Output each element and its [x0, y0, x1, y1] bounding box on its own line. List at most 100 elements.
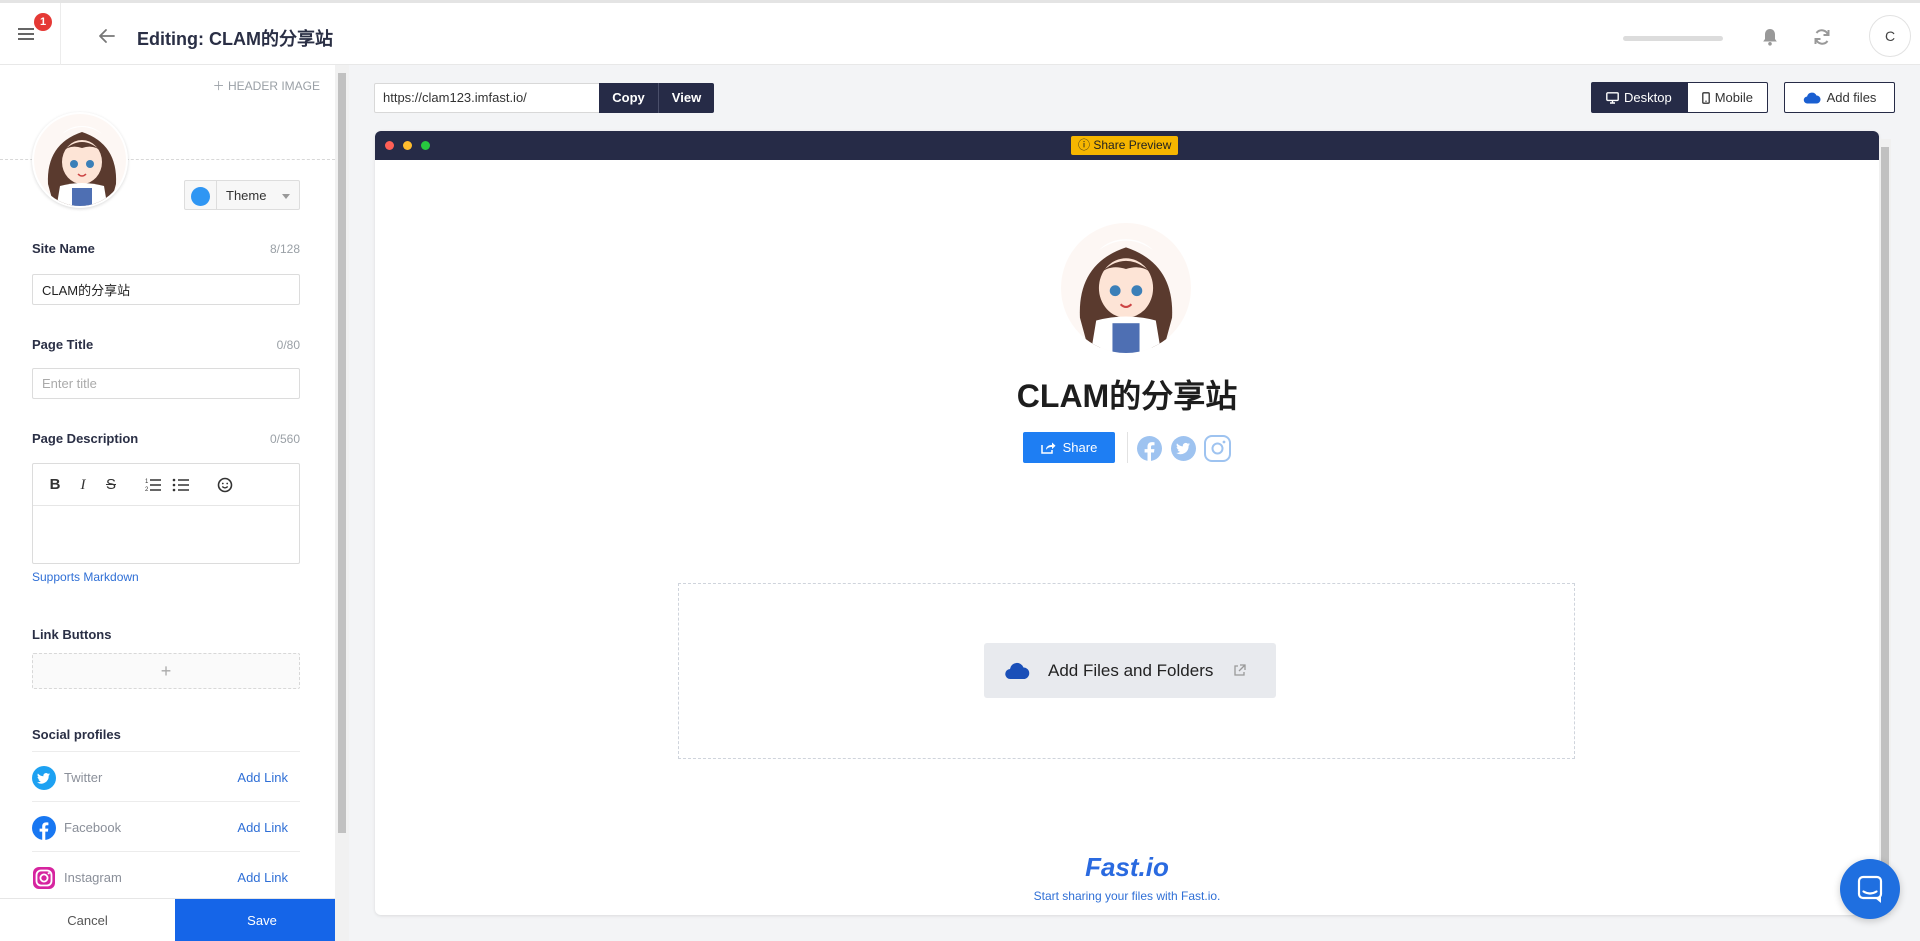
bell-icon[interactable] [1760, 27, 1780, 47]
page-description-label: Page Description [32, 431, 139, 446]
divider [60, 3, 61, 65]
cloud-icon [1005, 662, 1030, 679]
desktop-icon [1606, 91, 1619, 104]
facebook-icon [32, 816, 56, 840]
top-bar: 1 Editing: CLAM的分享站 C [0, 0, 1920, 65]
facebook-add-link[interactable]: Add Link [237, 820, 288, 835]
page-title: Editing: CLAM的分享站 [137, 29, 333, 49]
window-maximize-dot [421, 141, 430, 150]
user-avatar[interactable]: C [1869, 15, 1911, 57]
add-files-button[interactable]: Add files [1784, 82, 1895, 113]
add-files-label: Add files [1826, 90, 1877, 105]
page-title-input[interactable] [32, 368, 300, 399]
share-icon [1040, 442, 1056, 454]
svg-text:2: 2 [145, 487, 149, 493]
instagram-label: Instagram [64, 870, 122, 885]
file-dropzone[interactable]: Add Files and Folders [678, 583, 1575, 759]
desktop-button[interactable]: Desktop [1591, 82, 1687, 113]
supports-markdown-link[interactable]: Supports Markdown [32, 570, 139, 584]
link-buttons-label: Link Buttons [32, 627, 112, 642]
social-row-twitter: Twitter Add Link [32, 751, 300, 801]
progress-bar [1623, 36, 1723, 41]
notification-badge: 1 [34, 13, 52, 31]
view-button[interactable]: View [658, 83, 714, 113]
caret-down-icon [282, 194, 290, 199]
twitter-label: Twitter [64, 770, 103, 785]
preview-site-title: CLAM的分享站 [1016, 378, 1238, 414]
theme-color-swatch [191, 187, 210, 206]
page-description-count: 0/560 [269, 432, 300, 446]
social-row-instagram: Instagram Add Link [32, 851, 300, 901]
chat-launcher-button[interactable] [1840, 859, 1900, 919]
bold-icon[interactable]: B [44, 474, 66, 496]
mobile-icon [1701, 91, 1710, 104]
desktop-label: Desktop [1624, 90, 1672, 105]
share-preview-badge: ⓘ Share Preview [1071, 136, 1179, 155]
instagram-icon[interactable] [1204, 435, 1231, 462]
social-profiles-label: Social profiles [32, 727, 121, 742]
back-arrow-icon[interactable] [96, 25, 118, 47]
cancel-button[interactable]: Cancel [0, 899, 175, 941]
site-name-label: Site Name [32, 241, 95, 256]
anime-avatar-image [1061, 223, 1191, 353]
description-editor[interactable]: B I S 1 2 [32, 463, 300, 564]
site-name-input[interactable] [32, 274, 300, 305]
info-icon: ⓘ [1078, 138, 1091, 152]
theme-label: Theme [226, 188, 267, 203]
instagram-add-link[interactable]: Add Link [237, 870, 288, 885]
editor-panel: ＋ HEADER IMAGE Theme Site Name 8/128 Pag… [0, 65, 349, 941]
window-minimize-dot [403, 141, 412, 150]
twitter-icon[interactable] [1170, 435, 1197, 462]
chat-icon [1857, 875, 1883, 903]
external-link-icon [1234, 664, 1247, 676]
strikethrough-icon[interactable]: S [100, 474, 122, 496]
fastio-logo[interactable]: Fast.io [375, 852, 1879, 883]
scrollbar-thumb[interactable] [338, 73, 346, 833]
svg-text:1: 1 [145, 479, 149, 485]
refresh-icon[interactable] [1812, 27, 1832, 47]
facebook-label: Facebook [64, 820, 122, 835]
page-title-count: 0/80 [276, 338, 300, 352]
share-preview-window: ⓘ Share Preview CLAM的分享站 Share Add Files… [375, 131, 1879, 915]
add-files-folders-label: Add Files and Folders [1048, 660, 1214, 680]
instagram-icon [33, 867, 55, 889]
social-row-facebook: Facebook Add Link [32, 801, 300, 851]
mobile-button[interactable]: Mobile [1686, 82, 1768, 113]
mobile-label: Mobile [1714, 90, 1753, 105]
preview-titlebar: ⓘ Share Preview [375, 131, 1879, 160]
scrollbar-thumb[interactable] [1881, 147, 1889, 907]
panel-scrollbar[interactable] [335, 65, 349, 941]
device-toggle: Desktop Mobile [1591, 82, 1768, 113]
plus-icon: ＋ [212, 79, 228, 93]
page-title-label: Page Title [32, 337, 94, 352]
facebook-icon[interactable] [1136, 435, 1163, 462]
footer-tagline[interactable]: Start sharing your files with Fast.io. [375, 889, 1879, 903]
add-files-folders-button[interactable]: Add Files and Folders [984, 643, 1276, 698]
anime-avatar-image [34, 114, 126, 206]
divider [1127, 432, 1128, 463]
theme-selector[interactable]: Theme [184, 180, 300, 210]
twitter-add-link[interactable]: Add Link [237, 770, 288, 785]
twitter-icon [32, 766, 56, 790]
header-image-label: HEADER IMAGE [227, 79, 320, 93]
add-link-button[interactable]: + [32, 653, 300, 689]
cloud-icon [1803, 92, 1821, 104]
editor-toolbar: B I S 1 2 [33, 464, 299, 506]
bullet-list-icon[interactable] [170, 474, 192, 496]
preview-scrollbar[interactable] [1879, 139, 1891, 915]
divider [216, 181, 217, 209]
share-button[interactable]: Share [1023, 432, 1115, 463]
share-preview-label: Share Preview [1093, 138, 1172, 152]
site-name-count: 8/128 [269, 242, 300, 256]
save-button[interactable]: Save [175, 899, 349, 941]
share-label: Share [1062, 440, 1098, 455]
share-url-field[interactable]: https://clam123.imfast.io/ [374, 83, 600, 113]
site-avatar[interactable] [32, 112, 128, 208]
preview-avatar [1061, 223, 1191, 353]
ordered-list-icon[interactable]: 1 2 [142, 474, 164, 496]
copy-button[interactable]: Copy [599, 83, 658, 113]
italic-icon[interactable]: I [72, 474, 94, 496]
panel-footer: Cancel Save [0, 898, 349, 941]
emoji-icon[interactable] [214, 474, 236, 496]
header-image-button[interactable]: ＋ HEADER IMAGE [213, 77, 320, 94]
